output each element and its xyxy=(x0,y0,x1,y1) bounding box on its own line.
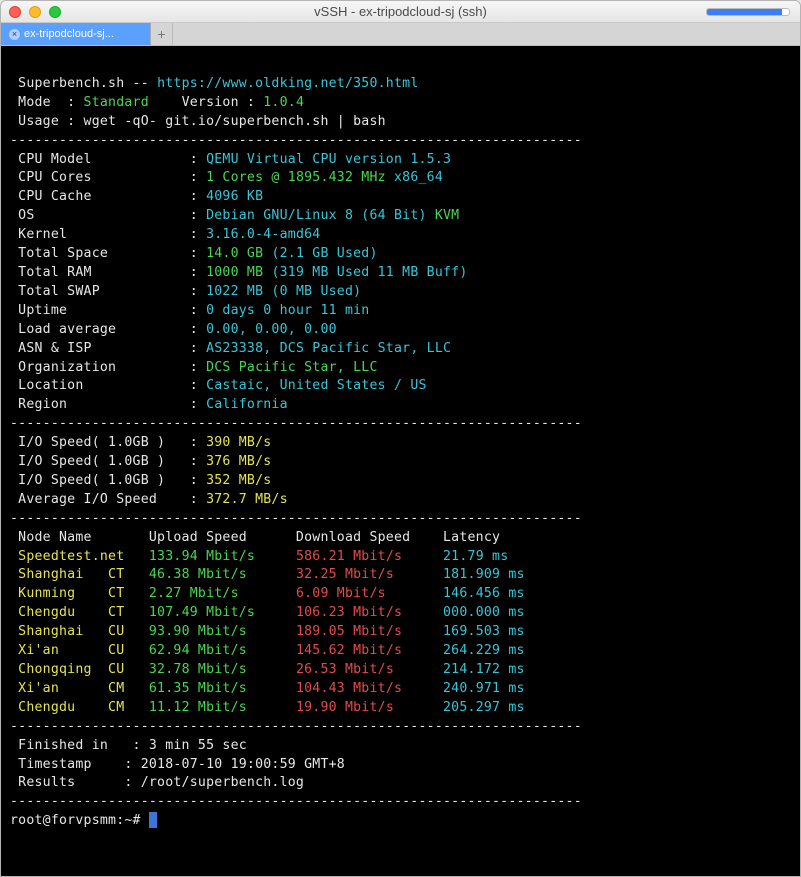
add-tab-button[interactable]: + xyxy=(151,23,173,45)
cursor xyxy=(149,812,157,828)
tab-bar: × ex-tripodcloud-sj... + xyxy=(1,23,800,46)
terminal-output[interactable]: Superbench.sh -- https://www.oldking.net… xyxy=(1,46,800,876)
titlebar[interactable]: vSSH - ex-tripodcloud-sj (ssh) xyxy=(1,1,800,23)
session-tab[interactable]: × ex-tripodcloud-sj... xyxy=(1,23,151,45)
window-frame: vSSH - ex-tripodcloud-sj (ssh) × ex-trip… xyxy=(0,0,801,877)
traffic-lights xyxy=(1,6,61,18)
close-tab-icon[interactable]: × xyxy=(9,29,20,40)
plus-icon: + xyxy=(157,26,165,42)
minimize-window-button[interactable] xyxy=(29,6,41,18)
progress-indicator xyxy=(706,8,790,16)
tab-label: ex-tripodcloud-sj... xyxy=(24,28,114,40)
close-window-button[interactable] xyxy=(9,6,21,18)
zoom-window-button[interactable] xyxy=(49,6,61,18)
window-title: vSSH - ex-tripodcloud-sj (ssh) xyxy=(1,4,800,19)
